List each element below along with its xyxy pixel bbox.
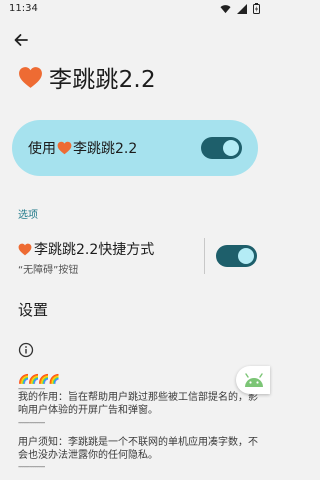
master-toggle-card[interactable]: 使用 李跳跳2.2 [12, 120, 258, 176]
shortcut-title: 李跳跳2.2快捷方式 [34, 242, 155, 258]
floating-android-button[interactable] [236, 366, 270, 394]
wifi-icon [220, 4, 231, 13]
dash-line: -------------- [18, 462, 45, 471]
dash-line: -------------- [18, 418, 45, 427]
battery-icon [253, 3, 260, 14]
master-toggle-switch[interactable] [201, 137, 242, 159]
purpose-text: 我的作用：旨在帮助用户跳过那些被工信部提名的，影响用户体验的开屏广告和弹窗。 [18, 392, 258, 416]
status-bar: 11:34 [0, 0, 270, 18]
notice-text: 用户须知：李跳跳是一个不联网的单机应用凑字数，不会也没办法泄露你的任何隐私。 [18, 437, 258, 461]
settings-title: 设置 [18, 301, 49, 319]
heart-icon [18, 243, 32, 255]
switch-thumb [223, 140, 239, 156]
master-toggle-label: 使用 李跳跳2.2 [28, 138, 137, 158]
master-toggle-prefix: 使用 [28, 141, 56, 157]
shortcut-subtitle: “无障碍”按钮 [18, 265, 79, 276]
android-icon [245, 373, 263, 387]
page-title: 李跳跳2.2 [49, 67, 156, 93]
options-section-label: 选项 [18, 210, 38, 221]
shortcut-toggle-switch[interactable] [216, 245, 257, 267]
row-divider [204, 238, 205, 274]
master-toggle-app-name: 李跳跳2.2 [73, 141, 138, 157]
cell-signal-icon [237, 3, 247, 14]
heart-icon [19, 66, 42, 88]
status-time: 11:34 [9, 3, 38, 14]
shortcut-setting-row[interactable]: 李跳跳2.2快捷方式 “无障碍”按钮 [0, 235, 270, 277]
status-icons [220, 3, 260, 14]
back-arrow-icon[interactable] [12, 31, 30, 49]
switch-thumb [238, 248, 254, 264]
info-icon [18, 342, 34, 358]
shortcut-title-row: 李跳跳2.2快捷方式 [18, 239, 154, 259]
page-header: 李跳跳2.2 [18, 60, 156, 94]
heart-icon [57, 141, 72, 155]
